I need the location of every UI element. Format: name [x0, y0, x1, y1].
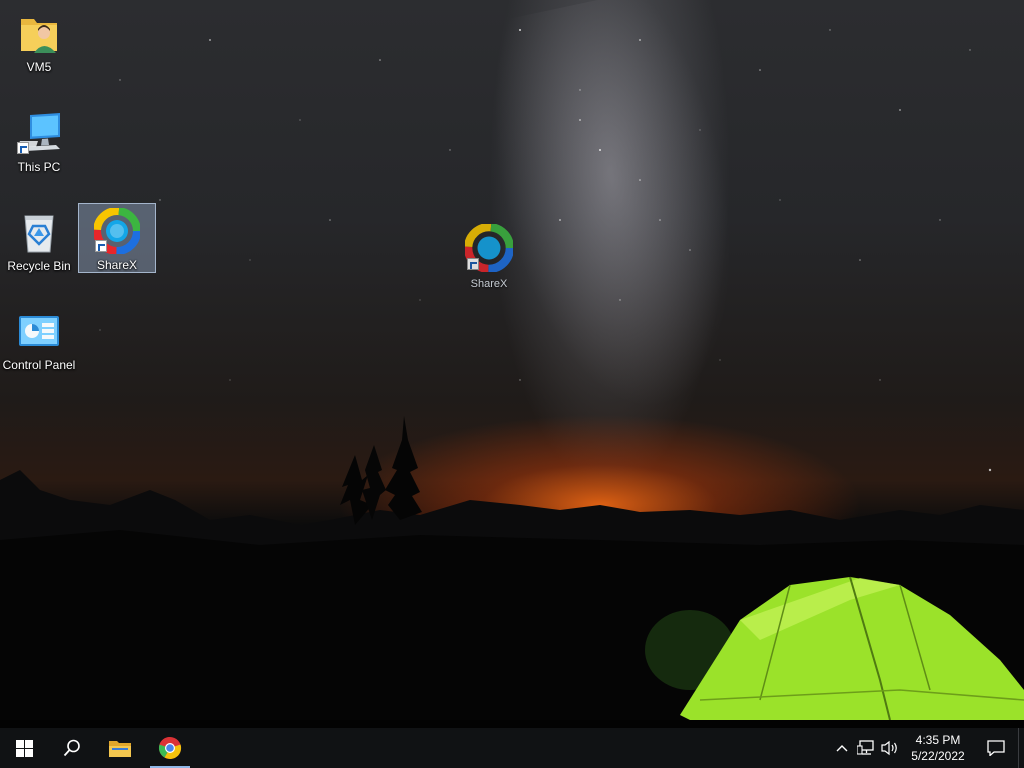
- clock-date: 5/22/2022: [911, 749, 965, 763]
- desktop-icon-label: ShareX: [96, 258, 138, 272]
- start-button[interactable]: [0, 728, 48, 768]
- chrome-icon: [158, 736, 182, 760]
- network-button[interactable]: [854, 728, 878, 768]
- drag-ghost-label: ShareX: [470, 278, 508, 290]
- shortcut-arrow-icon: [467, 258, 479, 270]
- mountain-silhouette: [0, 416, 1024, 728]
- folder-icon: [109, 741, 131, 757]
- control-panel-icon: [15, 308, 63, 354]
- notification-icon: [987, 740, 1005, 756]
- recycle-bin-icon: [15, 209, 63, 255]
- user-folder-icon: [15, 10, 63, 56]
- taskbar-clock[interactable]: 4:35 PM 5/22/2022: [902, 732, 974, 764]
- taskbar-file-explorer[interactable]: [96, 728, 144, 768]
- desktop-icon-vm5[interactable]: VM5: [0, 6, 78, 76]
- desktop-icon-control-panel[interactable]: Control Panel: [0, 304, 78, 374]
- shortcut-arrow-icon: [17, 142, 29, 154]
- desktop-icon-label: This PC: [17, 160, 61, 174]
- desktop-icon-sharex[interactable]: ShareX: [78, 203, 156, 273]
- chevron-up-icon: [836, 745, 848, 752]
- volume-button[interactable]: [878, 728, 902, 768]
- show-desktop-button[interactable]: [1018, 728, 1024, 768]
- dragged-sharex-icon[interactable]: ShareX: [454, 222, 524, 296]
- desktop-icon-label: Control Panel: [2, 358, 76, 372]
- clock-time: 4:35 PM: [915, 733, 961, 747]
- sharex-icon: [463, 222, 515, 274]
- search-icon: [63, 739, 80, 757]
- shortcut-arrow-icon: [95, 240, 107, 252]
- system-tray: 4:35 PM 5/22/2022: [830, 728, 1024, 768]
- desktop-icon-recycle-bin[interactable]: Recycle Bin: [0, 205, 78, 275]
- network-icon: [857, 740, 874, 755]
- desktop-icon-label: VM5: [26, 60, 52, 74]
- desktop-icon-this-pc[interactable]: This PC: [0, 106, 78, 176]
- taskbar: 4:35 PM 5/22/2022: [0, 728, 1024, 768]
- show-hidden-icons-button[interactable]: [830, 728, 854, 768]
- desktop-wallpaper: [0, 0, 1024, 728]
- windows-start-icon: [15, 739, 33, 757]
- computer-icon: [15, 110, 63, 156]
- action-center-button[interactable]: [974, 728, 1018, 768]
- sharex-icon: [93, 208, 141, 254]
- taskbar-chrome[interactable]: [146, 728, 194, 768]
- volume-icon: [881, 740, 897, 756]
- desktop-icon-label: Recycle Bin: [7, 259, 71, 273]
- search-button[interactable]: [48, 728, 96, 768]
